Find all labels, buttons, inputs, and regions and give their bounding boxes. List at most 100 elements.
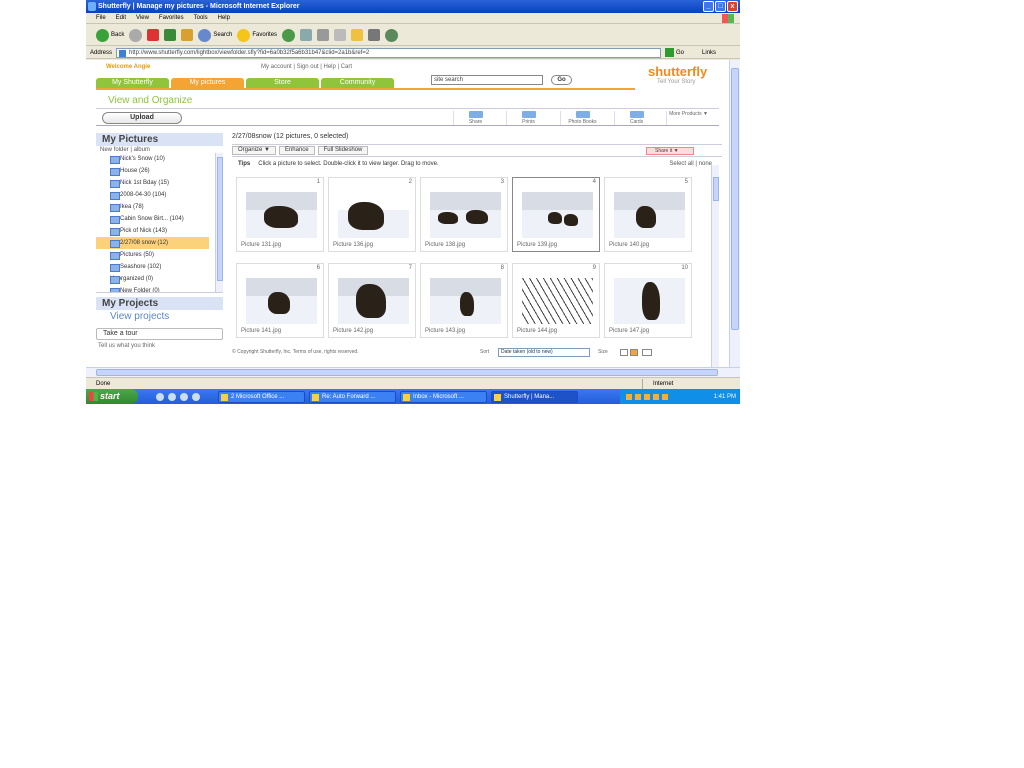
cards-action[interactable]: Cards [614, 111, 658, 125]
stop-button[interactable] [147, 29, 160, 41]
media-launch-icon[interactable] [192, 392, 200, 401]
scroll-thumb[interactable] [713, 177, 719, 201]
refresh-button[interactable] [164, 29, 177, 41]
view-projects-link[interactable]: View projects [96, 310, 223, 324]
photo-books-action[interactable]: Photo Books [560, 111, 604, 125]
folder-tree-scrollbar[interactable] [215, 153, 223, 292]
media-button[interactable] [282, 28, 296, 42]
picture-card[interactable]: 5 Picture 140.jpg [604, 177, 692, 252]
scroll-thumb[interactable] [96, 369, 718, 376]
tray-icon[interactable] [644, 393, 650, 400]
menu-help[interactable]: Help [218, 13, 230, 23]
site-search-input[interactable]: site search [431, 75, 543, 85]
tab-my-pictures[interactable]: My pictures [171, 78, 244, 88]
page-horizontal-scrollbar[interactable] [86, 367, 740, 377]
folder-item[interactable]: House (26) [96, 165, 223, 177]
picture-thumbnail[interactable] [522, 192, 593, 238]
folder-item-selected[interactable]: 2/27/08 snow (12) [96, 237, 209, 249]
picture-card[interactable]: 6 Picture 141.jpg [236, 263, 324, 338]
folder-item[interactable]: Pictures (50) [96, 249, 223, 261]
picture-thumbnail[interactable] [430, 192, 501, 238]
picture-card[interactable]: 7 Picture 142.jpg [328, 263, 416, 338]
picture-thumbnail[interactable] [338, 192, 409, 238]
address-input[interactable]: http://www.shutterfly.com/lightbox/viewf… [116, 47, 662, 58]
tray-icon[interactable] [626, 393, 632, 400]
mail-button[interactable] [300, 29, 313, 41]
account-links[interactable]: My account | Sign out | Help | Cart [261, 64, 352, 70]
shutterfly-logo[interactable]: shutterfly [648, 64, 707, 79]
size-medium-icon[interactable] [630, 349, 638, 356]
picture-thumbnail[interactable] [246, 192, 317, 238]
picture-thumbnail[interactable] [338, 278, 409, 324]
folder-item[interactable]: Cabin Snow Birt... (104) [96, 213, 223, 225]
more-products-action[interactable]: More Products ▼ [666, 111, 710, 125]
back-button[interactable]: Back [96, 28, 124, 42]
picture-card[interactable]: 9 Picture 144.jpg [512, 263, 600, 338]
menu-favorites[interactable]: Favorites [159, 13, 184, 23]
messenger-button[interactable] [385, 28, 399, 42]
picture-thumbnail[interactable] [614, 278, 685, 324]
print-button[interactable] [317, 29, 330, 41]
close-button[interactable]: x [727, 1, 738, 12]
tab-community[interactable]: Community [321, 78, 394, 88]
scroll-thumb[interactable] [217, 157, 223, 281]
upload-button[interactable]: Upload [102, 112, 182, 124]
start-button[interactable]: start [86, 389, 138, 404]
maximize-button[interactable]: □ [715, 1, 726, 12]
outlook-launch-icon[interactable] [180, 392, 188, 401]
select-all-links[interactable]: Select all | none [669, 161, 712, 167]
tab-store[interactable]: Store [246, 78, 319, 88]
menu-tools[interactable]: Tools [194, 13, 208, 23]
tray-icon[interactable] [653, 393, 659, 400]
search-go-button[interactable]: Go [551, 75, 572, 85]
edit-button[interactable] [334, 29, 347, 41]
picture-thumbnail[interactable] [522, 278, 593, 324]
enhance-button[interactable]: Enhance [278, 146, 315, 155]
picture-card[interactable]: 8 Picture 143.jpg [420, 263, 508, 338]
search-button[interactable]: Search [198, 28, 232, 42]
folder-item[interactable]: Nick's Snow (10) [96, 153, 223, 165]
folder-item[interactable]: Pick of Nick (143) [96, 225, 223, 237]
prints-action[interactable]: Prints [506, 111, 550, 125]
menu-edit[interactable]: Edit [116, 13, 126, 23]
folder-item[interactable]: Nick 1st Bday (15) [96, 177, 223, 189]
ie-launch-icon[interactable] [168, 392, 176, 401]
share-it-button[interactable]: Share it ▼ [646, 147, 694, 155]
folder-button[interactable] [351, 29, 364, 41]
folder-item[interactable]: 2008-04-30 (104) [96, 189, 223, 201]
picture-thumbnail[interactable] [614, 192, 685, 238]
share-action[interactable]: Share [453, 111, 497, 125]
menu-file[interactable]: File [96, 13, 106, 23]
tab-my-shutterfly[interactable]: My Shutterfly [96, 78, 169, 88]
take-a-tour-button[interactable]: Take a tour [96, 328, 223, 340]
favorites-button[interactable]: Favorites [237, 28, 277, 42]
page-vertical-scrollbar[interactable] [729, 60, 740, 367]
tray-icon[interactable] [635, 393, 641, 400]
picture-grid-scrollbar[interactable] [711, 165, 719, 367]
size-large-icon[interactable] [642, 349, 652, 356]
size-small-icon[interactable] [620, 349, 628, 356]
minimize-button[interactable]: _ [703, 1, 714, 12]
picture-thumbnail[interactable] [246, 278, 317, 324]
picture-card[interactable]: 10 Picture 147.jpg [604, 263, 692, 338]
picture-card[interactable]: 2 Picture 136.jpg [328, 177, 416, 252]
unorganized-folder[interactable]: Unorganized (0) [96, 273, 223, 285]
links-button[interactable]: Links [702, 50, 716, 56]
taskbar-item[interactable]: Inbox - Microsoft ... [400, 390, 487, 403]
tray-icon[interactable] [662, 393, 668, 400]
go-button[interactable]: Go [665, 48, 684, 57]
forward-button[interactable] [129, 28, 143, 42]
scroll-thumb[interactable] [731, 68, 739, 330]
home-button[interactable] [181, 29, 194, 41]
picture-card[interactable]: 4 Picture 139.jpg [512, 177, 600, 252]
picture-card[interactable]: 3 Picture 138.jpg [420, 177, 508, 252]
taskbar-item[interactable]: 2 Microsoft Office ... [218, 390, 305, 403]
picture-thumbnail[interactable] [430, 278, 501, 324]
clock[interactable]: 1:41 PM [714, 394, 740, 400]
research-button[interactable] [368, 29, 381, 41]
slideshow-button[interactable]: Full Slideshow [317, 146, 369, 155]
new-folder[interactable]: New Folder (0) [96, 285, 223, 292]
show-desktop-icon[interactable] [156, 392, 164, 401]
taskbar-item-active[interactable]: Shutterfly | Mana... [491, 390, 578, 403]
feedback-link[interactable]: Tell us what you think [96, 343, 223, 349]
